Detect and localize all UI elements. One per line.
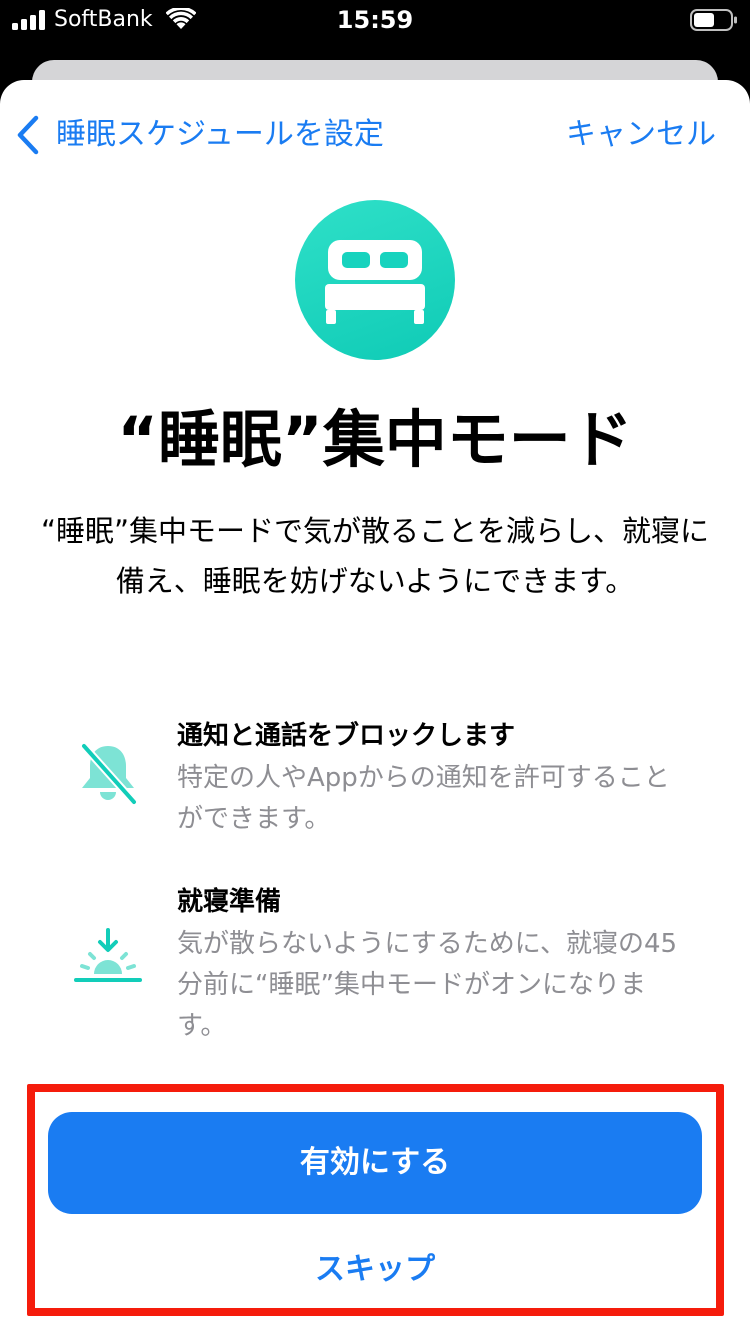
feature-title: 通知と通話をブロックします <box>177 721 516 751</box>
feature-description: 特定の人やAppからの通知を許可することができます。 <box>177 763 670 834</box>
bell-slash-icon <box>80 742 138 806</box>
status-time: 15:59 <box>336 6 414 34</box>
back-button[interactable]: 睡眠スケジュールを設定 <box>14 110 384 160</box>
feature-description: 気が散らないようにするために、就寝の45分前に“睡眠”集中モードがオンになります… <box>177 929 678 1041</box>
feature-title: 就寝準備 <box>177 887 282 917</box>
status-bar: SoftBank 15:59 <box>0 0 750 42</box>
page-description: “睡眠”集中モードで気が散ることを減らし、就寝に備え、睡眠を妨げないようにできま… <box>40 514 710 598</box>
cancel-button[interactable]: キャンセル <box>566 110 716 160</box>
sunset-icon <box>74 928 142 982</box>
back-button-label: 睡眠スケジュールを設定 <box>56 117 384 152</box>
battery-icon <box>690 9 737 31</box>
enable-button[interactable]: 有効にする <box>48 1112 702 1214</box>
page-title: “睡眠”集中モード <box>117 403 633 476</box>
bed-glyph <box>325 240 425 324</box>
skip-button[interactable]: スキップ <box>48 1234 702 1306</box>
sleep-focus-sheet: 睡眠スケジュールを設定 キャンセル “睡眠”集中モード “睡眠”集中モードで気が… <box>0 80 750 1334</box>
bed-icon <box>295 200 455 360</box>
chevron-left-icon <box>17 115 39 155</box>
